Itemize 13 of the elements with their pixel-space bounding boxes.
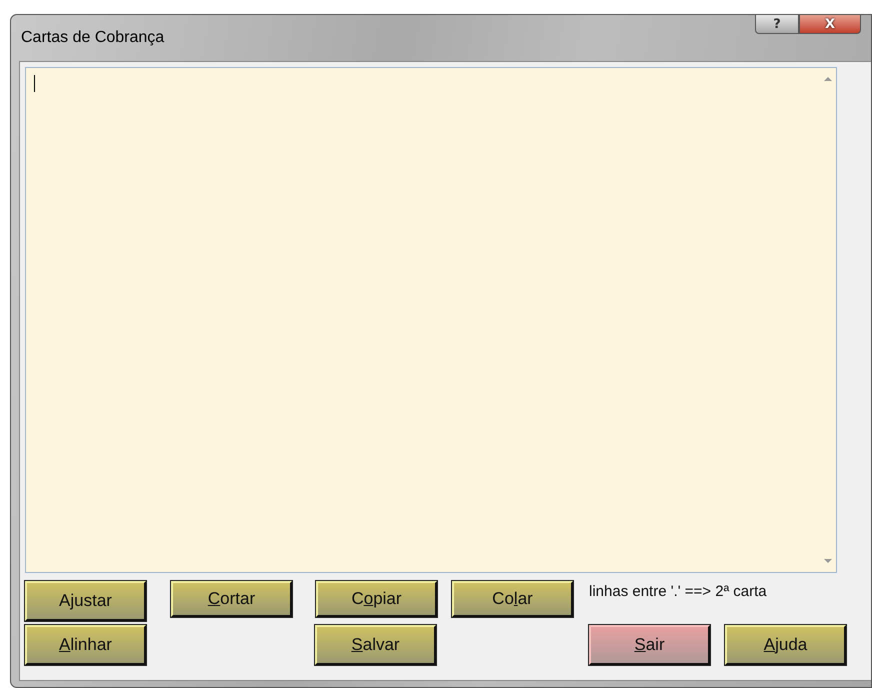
action-button[interactable]: Colar [452,581,573,617]
action-button[interactable]: Alinhar [25,625,146,665]
action-button[interactable]: Ajustar [25,581,146,621]
action-button[interactable]: Cortar [171,581,292,617]
scroll-down-icon[interactable] [822,558,832,564]
hint-text: linhas entre '.' ==> 2ª carta [589,583,767,600]
window-title: Cartas de Cobrança [21,29,164,47]
action-button[interactable]: Salvar [315,625,436,665]
action-button[interactable]: Ajuda [725,625,846,665]
action-button[interactable]: Sair [589,625,710,665]
help-button[interactable]: ? [755,14,799,34]
scroll-up-icon[interactable] [822,76,832,82]
action-button[interactable]: Copiar [316,581,437,617]
